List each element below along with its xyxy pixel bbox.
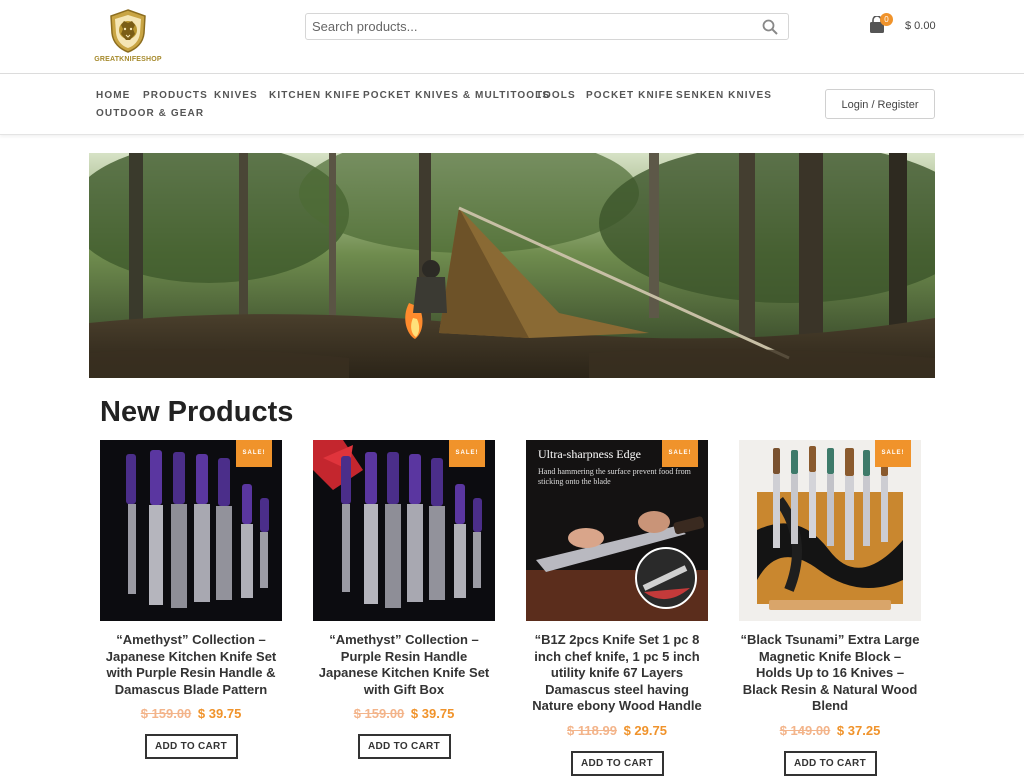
site-logo[interactable]: GREATKNIFESHOP [92,9,164,67]
mini-cart[interactable]: 0 $ 0.00 [868,13,948,38]
nav-item-products[interactable]: PRODUCTS [143,90,208,101]
lion-shield-icon [110,9,146,53]
add-to-cart-button[interactable]: ADD TO CART [144,734,238,759]
product-card: SALE! “Amethyst” Collection – Purple Res… [313,440,495,759]
product-price: $ 159.00 $ 39.75 [313,706,495,721]
product-price: $ 118.99 $ 29.75 [526,723,708,738]
product-price: $ 149.00 $ 37.25 [739,723,921,738]
hero-banner [89,153,935,378]
site-header: GREATKNIFESHOP 0 $ 0.00 [0,0,1024,74]
image-caption: Ultra-sharpness Edge [538,447,641,461]
section-title-new-products: New Products [100,396,294,428]
sale-badge: SALE! [662,440,698,467]
sale-badge: SALE! [449,440,485,467]
product-price: $ 159.00 $ 39.75 [100,706,282,721]
add-to-cart-button[interactable]: ADD TO CART [570,750,664,776]
original-price: $ 118.99 [567,722,617,738]
original-price: $ 149.00 [779,722,831,738]
purple-knife-set-image [100,440,282,621]
logo-wordmark: GREATKNIFESHOP [94,56,162,63]
nav-item-pocket-knife[interactable]: POCKET KNIFE [586,90,674,101]
product-card: SALE! “Amethyst” Collection – Japanese K… [100,440,282,759]
sale-price: $ 39.75 [410,706,455,721]
main-navigation: HOME PRODUCTS KNIVES KITCHEN KNIFE POCKE… [0,74,1024,135]
purple-knife-set-gift-box-image [313,440,495,621]
product-image[interactable]: Ultra-sharpness Edge Hand hammering the … [526,440,708,621]
image-subcaption: Hand hammering the surface prevent food … [538,467,691,486]
sale-price: $ 37.25 [836,722,881,738]
add-to-cart-button[interactable]: ADD TO CART [357,734,451,759]
product-title[interactable]: “B1Z 2pcs Knife Set 1 pc 8 inch chef kni… [526,632,708,715]
sale-price: $ 29.75 [623,722,667,738]
cart-count-badge: 0 [880,13,893,26]
product-title[interactable]: “Amethyst” Collection – Japanese Kitchen… [100,632,282,698]
search-box [305,13,789,40]
cart-total: $ 0.00 [905,20,936,32]
sale-price: $ 39.75 [197,706,242,721]
product-title[interactable]: “Black Tsunami” Extra Large Magnetic Kni… [739,632,921,715]
original-price: $ 159.00 [140,706,192,721]
nav-item-home[interactable]: HOME [96,90,130,101]
nav-item-outdoor-gear[interactable]: OUTDOOR & GEAR [96,108,204,119]
nav-item-pocket-knives-multitools[interactable]: POCKET KNIVES & MULTITOOLS [363,90,550,101]
search-input[interactable] [306,14,748,39]
magnetic-knife-block-image [739,440,921,621]
product-image[interactable]: SALE! [739,440,921,621]
sale-badge: SALE! [236,440,272,467]
nav-item-senken-knives[interactable]: SENKEN KNIVES [676,90,772,101]
product-image[interactable]: SALE! [100,440,282,621]
nav-item-tools[interactable]: TOOLS [536,90,576,101]
original-price: $ 159.00 [353,706,405,721]
product-image[interactable]: SALE! [313,440,495,621]
search-icon[interactable] [762,19,778,35]
product-card: Ultra-sharpness Edge Hand hammering the … [526,440,708,776]
product-title[interactable]: “Amethyst” Collection – Purple Resin Han… [313,632,495,698]
sale-badge: SALE! [875,440,911,467]
nav-item-kitchen-knife[interactable]: KITCHEN KNIFE [269,90,361,101]
add-to-cart-button[interactable]: ADD TO CART [783,750,877,776]
nav-item-knives[interactable]: KNIVES [214,90,258,101]
forest-camp-hero-image [89,153,935,378]
login-register-button[interactable]: Login / Register [825,89,935,119]
product-card: SALE! “Black Tsunami” Extra Large Magnet… [739,440,921,776]
